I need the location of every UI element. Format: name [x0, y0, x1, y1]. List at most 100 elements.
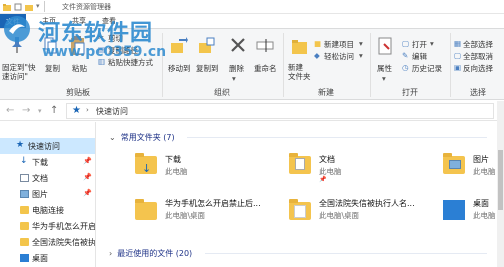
edit-icon: ✎: [402, 51, 409, 60]
properties-button[interactable]: 属性: [377, 63, 392, 74]
content-pane: ⌄ 常用文件夹 (7) ↓ 下载 此电脑 文档 此电脑 📌 图片 此电脑 华为手机…: [97, 122, 497, 267]
folder-tile[interactable]: 华为手机怎么开启禁止后... 此电脑\桌面: [135, 196, 285, 230]
chevron-right-icon[interactable]: ›: [86, 106, 89, 114]
watermark-logo: [4, 16, 30, 42]
folder-name: 全国法院失信被执行人名...: [319, 199, 415, 208]
delete-button[interactable]: 删除: [229, 63, 244, 74]
copy-to-icon: [199, 37, 215, 53]
divider: [187, 137, 487, 138]
edit-button[interactable]: 编辑: [412, 51, 427, 62]
title-bar: ▾ 文件资源管理器: [0, 0, 504, 14]
recent-locations-dropdown[interactable]: ▾: [38, 107, 42, 115]
easy-access-button[interactable]: 轻松访问: [324, 51, 354, 62]
folder-icon: [135, 199, 157, 220]
watermark-url: www.pc0359.cn: [42, 44, 167, 60]
paste-button[interactable]: 粘贴: [72, 63, 87, 74]
desktop-icon: [443, 200, 465, 220]
new-item-button[interactable]: 新建项目: [324, 39, 354, 50]
easy-access-icon: ◆: [314, 51, 320, 60]
up-arrow-icon[interactable]: ↑: [50, 105, 58, 116]
new-item-icon: ■: [314, 39, 322, 48]
document-icon: [295, 158, 305, 170]
nav-item-folder[interactable]: 华为手机怎么开启: [0, 218, 96, 234]
nav-item-folder[interactable]: 全国法院失信被执: [0, 234, 95, 250]
select-all-button[interactable]: 全部选择: [463, 39, 493, 50]
quick-access-toolbar-dropdown[interactable]: ▾: [36, 2, 40, 10]
history-icon: ◷: [402, 63, 409, 72]
document-icon: [20, 174, 29, 182]
invert-selection-button[interactable]: 反向选择: [463, 63, 493, 74]
nav-item-quick-access[interactable]: ★ 快速访问: [0, 138, 95, 154]
folder-tile[interactable]: 桌面 此电脑: [443, 196, 497, 230]
divider: [205, 253, 487, 254]
nav-item-desktop[interactable]: 桌面: [0, 250, 95, 266]
section-title: 最近使用的文件 (20): [117, 249, 193, 258]
copy-to-button[interactable]: 复制到: [196, 63, 219, 74]
document-icon: [294, 205, 306, 218]
history-button[interactable]: 历史记录: [412, 63, 442, 74]
delete-icon: [231, 38, 245, 52]
select-group-label: 选择: [470, 88, 486, 97]
open-button[interactable]: 打开: [412, 39, 427, 50]
star-icon: ★: [16, 140, 25, 150]
new-folder-button[interactable]: 新建 文件夹: [288, 63, 311, 81]
nav-item-label: 电脑连接: [32, 206, 64, 215]
nav-item-documents[interactable]: 文档 📌: [0, 170, 95, 186]
recent-files-header[interactable]: › 最近使用的文件 (20): [109, 248, 192, 259]
group-divider: [370, 33, 371, 97]
folder-location: 此电脑: [473, 167, 496, 176]
select-none-button[interactable]: 全部取消: [463, 51, 493, 62]
watermark-text: 河东软件园: [38, 21, 154, 46]
pin-icon: 📌: [83, 189, 92, 197]
chevron-down-icon[interactable]: ▾: [359, 39, 363, 48]
group-divider: [162, 33, 163, 97]
chevron-right-icon[interactable]: ›: [109, 249, 112, 258]
address-path[interactable]: 快速访问: [96, 106, 128, 117]
new-folder-quick-icon[interactable]: [25, 3, 33, 11]
organize-group-label: 组织: [214, 88, 230, 97]
nav-item-downloads[interactable]: ↓ 下载 📌: [0, 154, 95, 170]
download-icon: ↓: [20, 156, 28, 166]
rename-icon: [256, 39, 274, 52]
rename-button[interactable]: 重命名: [254, 63, 277, 74]
properties-icon[interactable]: [14, 3, 22, 11]
scrollbar-thumb[interactable]: [498, 150, 503, 210]
folder-icon: [20, 238, 29, 246]
invert-selection-icon: ▣: [454, 63, 462, 72]
folder-tile[interactable]: ↓ 下载 此电脑: [135, 150, 255, 184]
nav-item-pictures[interactable]: 图片 📌: [0, 186, 95, 202]
window-title: 文件资源管理器: [62, 3, 111, 11]
chevron-down-icon[interactable]: ▾: [359, 51, 363, 60]
picture-icon: [20, 190, 29, 198]
move-to-icon: [171, 37, 188, 53]
frequent-folders-header[interactable]: ⌄ 常用文件夹 (7): [109, 132, 175, 143]
pin-icon: 📌: [319, 176, 327, 183]
back-arrow-icon[interactable]: ←: [6, 105, 14, 116]
folder-tile[interactable]: 图片 此电脑: [443, 150, 497, 184]
chevron-down-icon[interactable]: ▾: [382, 74, 386, 83]
nav-item-folder[interactable]: 电脑连接: [0, 202, 95, 218]
chevron-down-icon[interactable]: ⌄: [109, 133, 116, 142]
chevron-down-icon[interactable]: ▾: [232, 74, 236, 83]
folder-location: 此电脑\桌面: [319, 211, 360, 220]
nav-item-label: 桌面: [32, 254, 48, 263]
open-group-label: 打开: [402, 88, 418, 97]
pin-icon: 📌: [83, 173, 92, 181]
select-all-icon: ▦: [454, 39, 462, 48]
folder-location: 此电脑: [473, 211, 496, 220]
new-folder-icon: [292, 40, 307, 54]
address-field[interactable]: [66, 103, 494, 119]
folder-tile[interactable]: 文档 此电脑 📌: [289, 150, 409, 184]
folder-tile[interactable]: 全国法院失信被执行人名... 此电脑\桌面: [289, 196, 439, 230]
forward-arrow-icon[interactable]: →: [22, 105, 30, 116]
pin-to-quick-access-button[interactable]: 固定到"快速访问": [2, 63, 38, 81]
folder-icon: [20, 222, 29, 230]
nav-item-label: 华为手机怎么开启: [32, 222, 96, 231]
download-icon: ↓: [142, 162, 152, 175]
chevron-down-icon[interactable]: ▾: [430, 39, 434, 48]
copy-button[interactable]: 复制: [45, 63, 60, 74]
picture-icon: [449, 160, 461, 169]
move-to-button[interactable]: 移动到: [168, 63, 191, 74]
nav-item-label: 图片: [32, 190, 48, 199]
open-icon: ▢: [402, 39, 410, 48]
